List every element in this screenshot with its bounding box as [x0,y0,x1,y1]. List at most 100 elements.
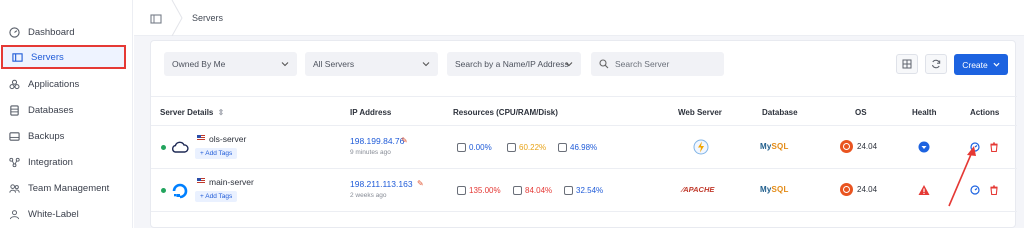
integration-icon [8,156,20,168]
sidebar-item-team-management[interactable]: Team Management [0,176,133,200]
trash-icon[interactable] [989,185,999,195]
os-version: 24.04 [857,142,878,151]
team-icon [8,182,20,194]
header-ip: IP Address [350,108,392,117]
sidebar-item-label: Backups [28,130,65,142]
ram-icon [513,186,522,195]
sidebar-toggle-icon[interactable] [150,12,162,24]
us-flag-icon [197,178,205,184]
white-label-icon [8,208,20,220]
gauge-icon [8,26,20,38]
sidebar-item-white-label[interactable]: White-Label [0,202,133,226]
sidebar-item-applications[interactable]: Applications [0,72,133,96]
disk-value: 32.54% [576,186,604,195]
refresh-button[interactable] [925,54,947,74]
header-resources: Resources (CPU/RAM/Disk) [453,108,558,117]
create-button[interactable]: Create [954,54,1008,75]
created-time: 9 minutes ago [350,149,391,156]
apache-logo: ⁄APACHE [682,185,714,194]
chevron-down-icon [993,62,1000,67]
pencil-icon[interactable]: ✎ [401,136,408,145]
search-placeholder: Search Server [615,59,670,69]
trash-icon[interactable] [989,142,999,152]
ip-address[interactable]: 198.199.84.76 [350,136,404,146]
disk-usage: 46.98% [558,143,597,152]
add-tags-button[interactable]: + Add Tags [195,191,238,202]
breadcrumb[interactable]: Servers [192,13,223,23]
sidebar-item-label: Team Management [28,182,110,194]
os-info: 24.04 [840,183,877,196]
disk-value: 46.98% [570,143,598,152]
header-os: OS [855,108,867,117]
sidebar-item-backups[interactable]: Backups [0,124,133,148]
digitalocean-icon [172,183,188,199]
server-name[interactable]: main-server [209,177,254,187]
mysql-text: My [760,185,772,194]
sidebar-item-label: Databases [28,104,74,116]
table-header: Server Details ⇕ IP Address Resources (C… [151,96,1017,126]
ram-value: 60.22% [519,143,547,152]
refresh-icon [931,59,941,69]
sidebar-item-databases[interactable]: Databases [0,98,133,122]
search-by-value: Search by a Name/IP Address [455,59,569,69]
gauge-action-icon[interactable] [970,142,980,152]
table-row[interactable]: ols-server + Add Tags 198.199.84.76 ✎ 9 … [151,126,1017,169]
health-warning-icon [918,185,930,195]
sidebar-item-label: Applications [28,78,80,90]
servers-filter-value: All Servers [313,59,355,69]
cpu-value: 135.00% [469,186,501,195]
add-tags-button[interactable]: + Add Tags [195,148,238,159]
chevron-down-icon [281,62,289,67]
online-status-dot [161,145,166,150]
pencil-icon[interactable]: ✎ [417,179,424,188]
online-status-dot [161,188,166,193]
search-by-dropdown[interactable]: Search by a Name/IP Address [447,52,581,76]
mysql-logo: MySQL [760,142,789,151]
ram-icon [507,143,516,152]
cpu-icon [457,186,466,195]
header-server-details[interactable]: Server Details ⇕ [160,108,224,117]
header-database: Database [762,108,798,117]
sidebar: Dashboard Servers Applications Databases… [0,0,133,228]
owner-filter-dropdown[interactable]: Owned By Me [164,52,297,76]
cpu-value: 0.00% [469,143,492,152]
disk-icon [558,143,567,152]
mysql-logo: MySQL [760,185,789,194]
os-info: 24.04 [840,140,877,153]
mysql-text-accent: SQL [771,142,789,151]
sidebar-item-dashboard[interactable]: Dashboard [0,20,133,44]
sidebar-item-label: Integration [28,156,73,168]
table-row[interactable]: main-server + Add Tags 198.211.113.163 ✎… [151,169,1017,212]
sidebar-item-label: White-Label [28,208,79,220]
gauge-action-icon[interactable] [970,185,980,195]
disk-icon [564,186,573,195]
sort-icon[interactable]: ⇕ [218,108,225,117]
sidebar-item-integration[interactable]: Integration [0,150,133,174]
created-time: 2 weeks ago [350,192,387,199]
grid-icon [902,59,912,69]
ip-address[interactable]: 198.211.113.163 [350,179,413,189]
main-area: Servers Owned By Me All Servers Search b… [134,0,1024,228]
top-bar: Servers [134,0,1024,36]
sidebar-item-servers[interactable]: Servers [1,45,126,69]
ram-usage: 60.22% [507,143,546,152]
cpu-usage: 135.00% [457,186,501,195]
ubuntu-icon [840,183,853,196]
mysql-text: My [760,142,772,151]
server-icon [11,51,23,63]
owner-filter-value: Owned By Me [172,59,226,69]
disk-usage: 32.54% [564,186,603,195]
cpu-icon [457,143,466,152]
ubuntu-icon [840,140,853,153]
header-label: Server Details [160,108,214,117]
us-flag-icon [197,135,205,141]
litespeed-icon [693,139,709,155]
os-version: 24.04 [857,185,878,194]
cpu-usage: 0.00% [457,143,492,152]
server-name[interactable]: ols-server [209,134,246,144]
health-ok-icon [918,141,930,153]
search-input[interactable]: Search Server [591,52,724,76]
servers-filter-dropdown[interactable]: All Servers [305,52,438,76]
grid-view-button[interactable] [896,54,918,74]
chevron-down-icon [422,62,430,67]
